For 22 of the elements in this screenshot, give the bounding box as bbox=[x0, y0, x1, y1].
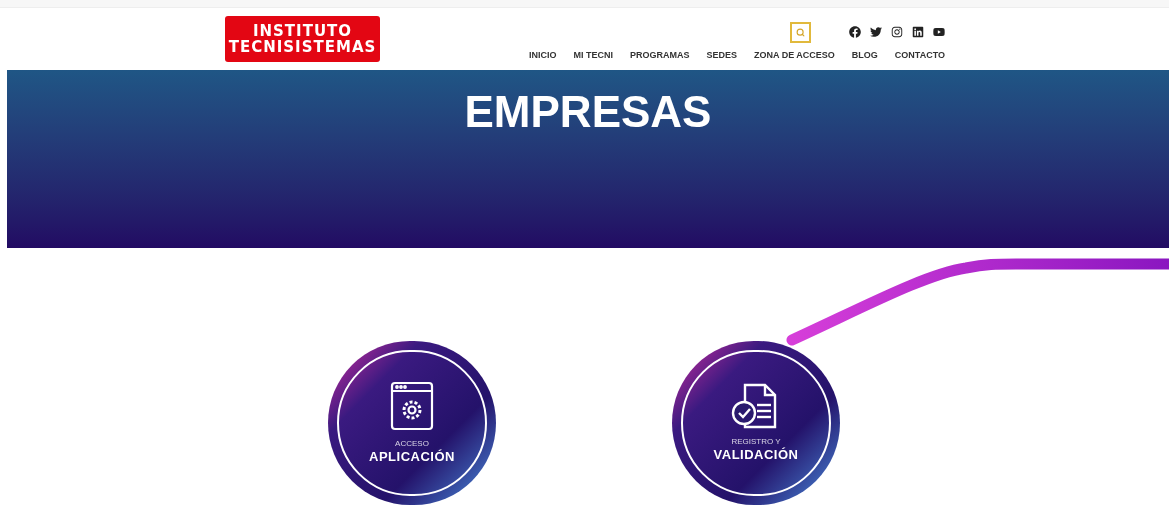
youtube-icon[interactable] bbox=[933, 26, 945, 39]
search-icon bbox=[796, 27, 805, 37]
badge-title: APLICACIÓN bbox=[369, 449, 455, 465]
instagram-icon[interactable] bbox=[891, 26, 903, 39]
nav-link[interactable]: MI TECNI bbox=[573, 48, 613, 63]
window-gear-icon bbox=[390, 381, 434, 431]
nav-link[interactable]: ZONA DE ACCESO bbox=[754, 48, 835, 63]
badge-subtitle: ACCESO bbox=[395, 439, 429, 449]
badge-subtitle: REGISTRO Y bbox=[731, 437, 781, 447]
nav-link[interactable]: BLOG bbox=[851, 48, 878, 63]
facebook-icon[interactable] bbox=[849, 26, 861, 39]
nav-link[interactable]: PROGRAMAS bbox=[629, 48, 690, 63]
nav-link[interactable]: SEDES bbox=[706, 48, 737, 63]
nav-link[interactable]: INICIO bbox=[528, 48, 557, 63]
access-badge[interactable]: REGISTRO Y VALIDACIÓN bbox=[672, 341, 840, 505]
linkedin-icon[interactable] bbox=[912, 26, 924, 39]
badge-title: VALIDACIÓN bbox=[713, 447, 799, 463]
page-title: EMPRESAS bbox=[464, 88, 712, 136]
twitter-icon[interactable] bbox=[870, 26, 882, 39]
access-badge[interactable]: ACCESO APLICACIÓN bbox=[328, 341, 496, 505]
logo[interactable]: INSTITUTO TECNISISTEMAS bbox=[225, 16, 380, 62]
nav-link[interactable]: CONTACTO bbox=[894, 48, 945, 63]
